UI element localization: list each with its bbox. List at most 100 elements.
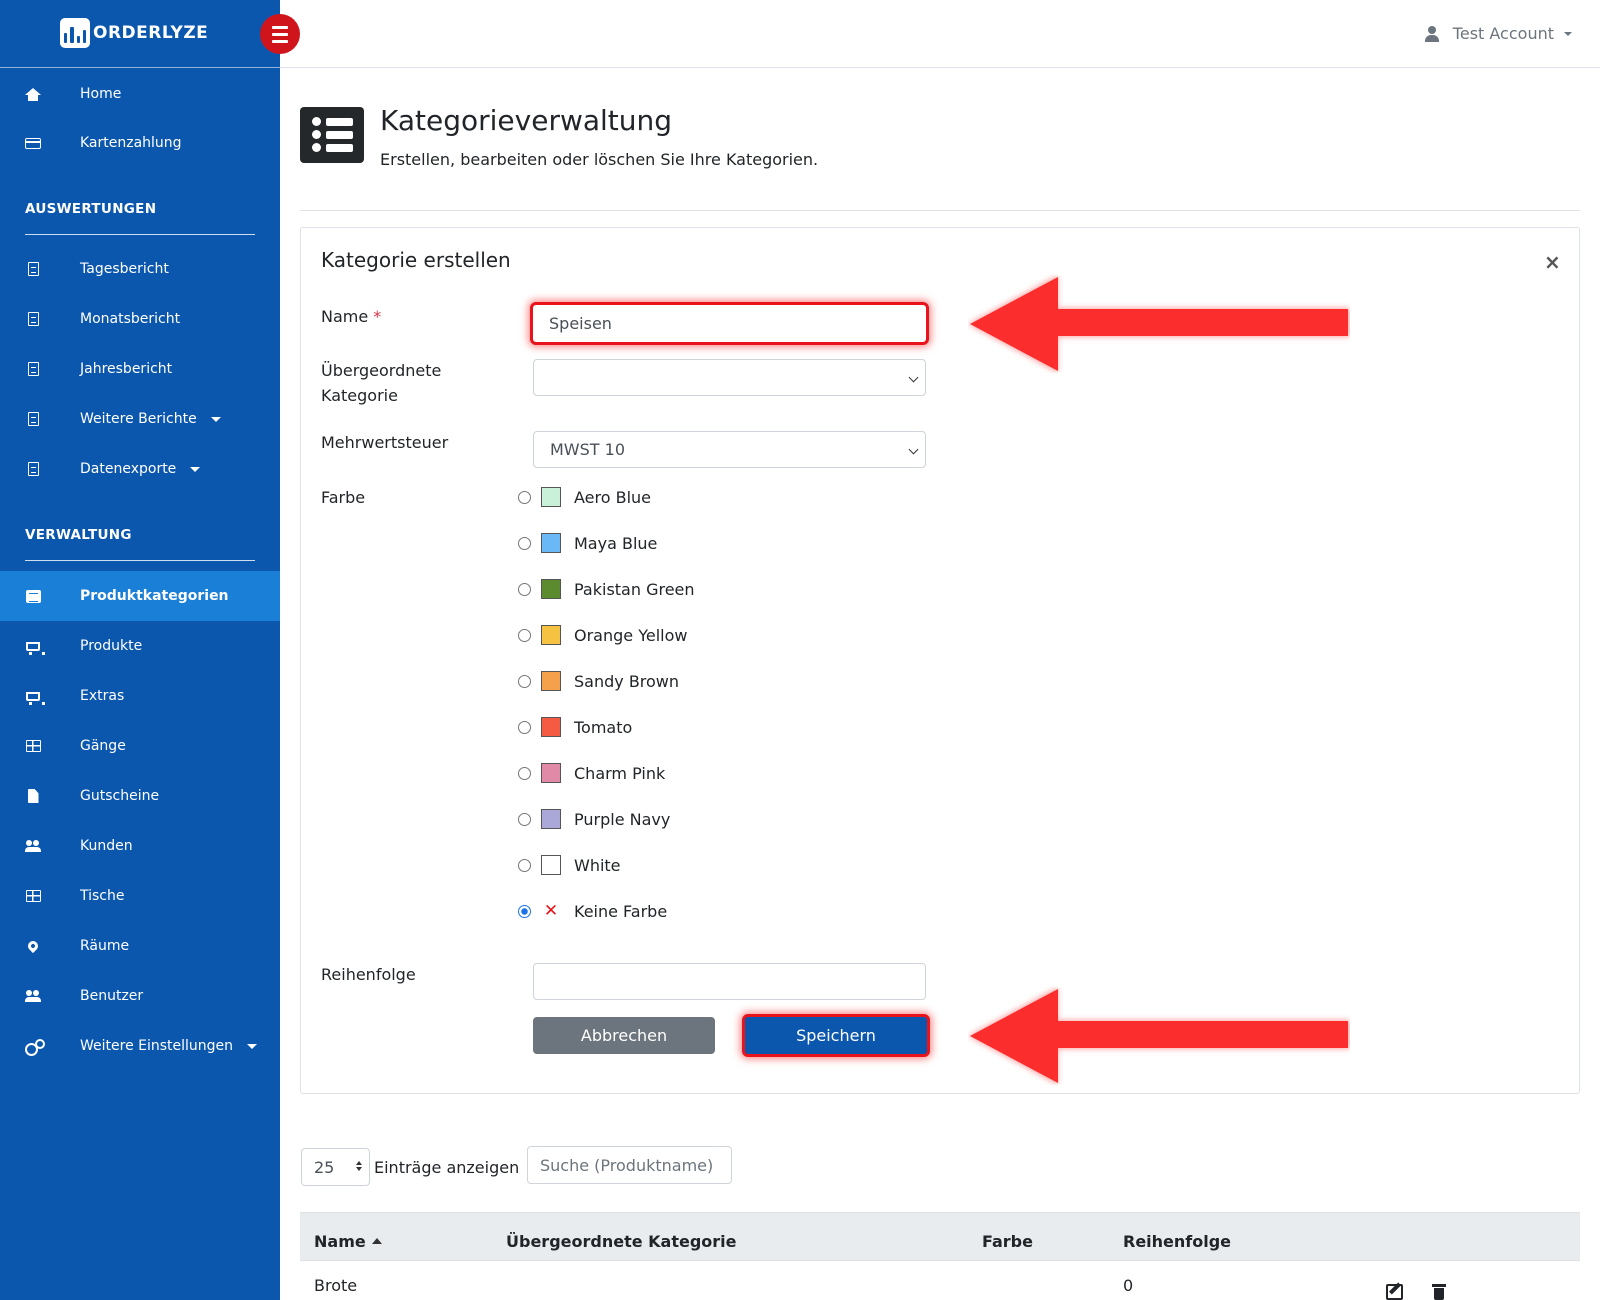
column-header-parent[interactable]: Übergeordnete Kategorie	[506, 1232, 737, 1251]
color-option[interactable]: Charm Pink	[518, 762, 665, 784]
color-radio[interactable]	[518, 904, 531, 918]
users-icon	[24, 838, 42, 854]
color-radio[interactable]	[518, 720, 531, 734]
sidebar-item-gutscheine[interactable]: Gutscheine	[0, 771, 280, 821]
color-radio[interactable]	[518, 536, 531, 550]
close-icon[interactable]: ×	[1544, 250, 1561, 274]
search-placeholder: Suche (Produktname)	[540, 1155, 714, 1175]
document-icon	[24, 261, 42, 277]
cancel-button[interactable]: Abbrechen	[533, 1017, 715, 1054]
color-swatch	[541, 763, 561, 783]
table-header	[300, 1212, 1580, 1261]
sidebar-item-kunden[interactable]: Kunden	[0, 821, 280, 871]
caret-down-icon	[210, 416, 221, 422]
account-name: Test Account	[1452, 24, 1554, 43]
sidebar-item-extras[interactable]: Extras	[0, 671, 280, 721]
sidebar-item-label: Weitere Einstellungen	[80, 1038, 234, 1054]
vat-select[interactable]: MWST 10	[533, 431, 926, 468]
color-option[interactable]: Pakistan Green	[518, 578, 695, 600]
section-divider	[25, 234, 255, 235]
color-option[interactable]: ✕ Keine Farbe	[518, 900, 667, 922]
gears-icon	[24, 1038, 45, 1056]
caret-down-icon	[1564, 31, 1572, 36]
sidebar-item-label: Home	[80, 86, 122, 102]
sidebar-item-tagesbericht[interactable]: Tagesbericht	[0, 244, 280, 294]
color-option[interactable]: Sandy Brown	[518, 670, 679, 692]
sidebar-item-tische[interactable]: Tische	[0, 871, 280, 921]
sidebar-item-monatsbericht[interactable]: Monatsbericht	[0, 294, 280, 344]
color-option-label: Purple Navy	[574, 809, 671, 829]
sidebar-item-label: Räume	[80, 938, 130, 954]
sidebar-item-weitere-einstellungen[interactable]: Weitere Einstellungen	[0, 1021, 280, 1071]
column-header-name[interactable]: Name	[314, 1232, 382, 1251]
color-option[interactable]: Tomato	[518, 716, 632, 738]
parent-category-label: Übergeordnete Kategorie	[321, 361, 442, 405]
hamburger-menu-icon[interactable]	[260, 14, 300, 54]
color-radio[interactable]	[518, 812, 531, 826]
required-marker: *	[373, 307, 382, 326]
name-input[interactable]: Speisen	[530, 302, 929, 345]
save-button[interactable]: Speichern	[742, 1014, 930, 1057]
sidebar-item-gaenge[interactable]: Gänge	[0, 721, 280, 771]
sidebar-item-raeume[interactable]: Räume	[0, 921, 280, 971]
name-input-value: Speisen	[549, 314, 612, 333]
sidebar: ORDERLYZE Home Kartenzahlung AUSWERTUNGE…	[0, 0, 280, 1300]
sidebar-item-benutzer[interactable]: Benutzer	[0, 971, 280, 1021]
cell-name: Brote	[314, 1276, 358, 1295]
edit-icon[interactable]	[1386, 1284, 1403, 1300]
color-radio[interactable]	[518, 766, 531, 780]
order-input[interactable]	[533, 963, 926, 1000]
color-label: Farbe	[321, 488, 366, 507]
color-option[interactable]: Aero Blue	[518, 486, 651, 508]
column-header-order[interactable]: Reihenfolge	[1123, 1232, 1231, 1251]
sidebar-item-label: Jahresbericht	[80, 361, 173, 377]
header-divider	[300, 210, 1580, 211]
brand-bar: ORDERLYZE	[0, 0, 280, 68]
color-radio[interactable]	[518, 858, 531, 872]
logo[interactable]: ORDERLYZE	[60, 18, 208, 48]
color-option-label: Aero Blue	[574, 487, 652, 507]
section-title-verwaltung: VERWALTUNG	[25, 527, 132, 543]
color-option[interactable]: Maya Blue	[518, 532, 657, 554]
page-title: Kategorieverwaltung	[380, 104, 673, 137]
color-radio[interactable]	[518, 628, 531, 642]
color-option-label: White	[574, 855, 621, 875]
account-dropdown[interactable]: Test Account	[1424, 24, 1572, 43]
sidebar-item-home[interactable]: Home	[0, 69, 280, 119]
color-radio[interactable]	[518, 582, 531, 596]
column-header-color[interactable]: Farbe	[982, 1232, 1033, 1251]
users-icon	[24, 988, 42, 1004]
color-option-label: Keine Farbe	[574, 901, 668, 921]
logo-icon	[60, 18, 90, 48]
trash-icon[interactable]	[1432, 1284, 1446, 1300]
sidebar-item-weitere-berichte[interactable]: Weitere Berichte	[0, 394, 280, 444]
order-label: Reihenfolge	[321, 965, 416, 984]
document-icon	[24, 461, 42, 477]
sidebar-item-datenexporte[interactable]: Datenexporte	[0, 444, 280, 494]
sidebar-item-kartenzahlung[interactable]: Kartenzahlung	[0, 118, 280, 168]
search-input[interactable]: Suche (Produktname)	[527, 1146, 732, 1184]
file-icon	[24, 788, 42, 804]
color-option[interactable]: White	[518, 854, 621, 876]
sidebar-item-label: Kunden	[80, 838, 133, 854]
annotation-arrow-save	[968, 987, 1350, 1085]
page-length-select[interactable]: 25	[301, 1148, 370, 1186]
sidebar-item-label: Produktkategorien	[80, 588, 229, 604]
color-swatch	[541, 579, 561, 599]
card-title: Kategorie erstellen	[321, 248, 511, 272]
sidebar-item-produktkategorien[interactable]: Produktkategorien	[0, 571, 280, 621]
sidebar-item-label: Datenexporte	[80, 461, 177, 477]
color-option[interactable]: Purple Navy	[518, 808, 670, 830]
color-option[interactable]: Orange Yellow	[518, 624, 687, 646]
sidebar-item-label: Tagesbericht	[80, 261, 169, 277]
map-pin-icon	[24, 938, 42, 954]
color-swatch	[541, 625, 561, 645]
sidebar-item-jahresbericht[interactable]: Jahresbericht	[0, 344, 280, 394]
vat-select-value: MWST 10	[550, 440, 625, 459]
color-radio[interactable]	[518, 490, 531, 504]
color-radio[interactable]	[518, 674, 531, 688]
top-bar: Test Account	[280, 0, 1600, 68]
parent-category-select[interactable]	[533, 359, 926, 396]
table-icon	[24, 888, 42, 904]
sidebar-item-produkte[interactable]: Produkte	[0, 621, 280, 671]
